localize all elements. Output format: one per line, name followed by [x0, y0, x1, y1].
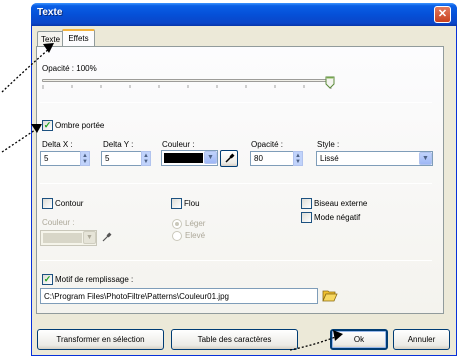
eleve-label: Elevé — [185, 231, 206, 240]
couleur-dropdown-button[interactable]: ▼ — [204, 151, 217, 164]
style-value: Lissé — [320, 154, 339, 163]
ombre-label: Ombre portée — [55, 121, 105, 130]
check-icon: ✓ — [43, 274, 52, 284]
title-bar — [31, 3, 457, 26]
ok-button[interactable]: Ok — [330, 329, 388, 350]
eyedropper-icon — [224, 153, 234, 163]
ombre-checkbox[interactable]: ✓ — [42, 120, 53, 131]
leger-label: Léger — [185, 219, 206, 228]
deltay-label: Delta Y : — [103, 140, 134, 149]
deltax-value: 5 — [44, 154, 49, 163]
motif-label: Motif de remplissage : — [55, 275, 134, 284]
style-select[interactable]: Lissé — [316, 151, 433, 166]
biseau-checkbox[interactable] — [301, 198, 312, 209]
annuler-button[interactable]: Annuler — [393, 329, 450, 350]
eleve-radio[interactable] — [172, 231, 182, 241]
flou-label: Flou — [184, 199, 200, 208]
separator — [40, 183, 432, 184]
button-label: Transformer en sélection — [56, 335, 145, 344]
contour-checkbox[interactable] — [42, 198, 53, 209]
negatif-checkbox[interactable] — [301, 212, 312, 223]
button-label: Annuler — [407, 335, 436, 344]
chevron-down-icon: ▼ — [207, 154, 214, 161]
tab-effets[interactable]: Effets — [62, 29, 95, 46]
tab-label: Effets — [68, 34, 89, 43]
contour-couleur-swatch — [43, 233, 82, 243]
contour-label: Contour — [55, 199, 84, 208]
deltax-label: Delta X : — [42, 140, 73, 149]
negatif-label: Mode négatif — [314, 213, 361, 222]
slider-track — [42, 79, 332, 82]
opacite-value: 80 — [254, 154, 263, 163]
contour-couleur-label: Couleur : — [42, 218, 75, 227]
button-label: Ok — [353, 335, 365, 344]
couleur-label: Couleur : — [162, 140, 195, 149]
separator — [40, 102, 432, 103]
browse-button[interactable] — [321, 287, 339, 304]
check-icon: ✓ — [43, 120, 52, 130]
chevron-down-icon: ▼ — [83, 231, 96, 244]
tab-texte[interactable]: Texte — [37, 31, 64, 46]
eyedropper-button[interactable] — [220, 150, 238, 167]
motif-path-input[interactable]: C:\Program Files\PhotoFiltre\Patterns\Co… — [40, 288, 318, 304]
deltay-spinner[interactable]: ▲ ▼ — [141, 151, 151, 166]
transformer-button[interactable]: Transformer en sélection — [37, 329, 164, 350]
slider-thumb[interactable] — [325, 76, 335, 89]
close-icon: ✕ — [437, 8, 448, 20]
table-caracteres-button[interactable]: Table des caractères — [171, 329, 298, 350]
window-title: Texte — [37, 7, 63, 18]
deltax-spinner[interactable]: ▲ ▼ — [80, 151, 90, 166]
style-dropdown-button[interactable]: ▼ — [419, 152, 432, 165]
biseau-label: Biseau externe — [314, 199, 368, 208]
button-label: Table des caractères — [197, 335, 272, 344]
separator — [40, 260, 432, 261]
motif-checkbox[interactable]: ✓ — [42, 274, 53, 285]
flou-checkbox[interactable] — [171, 198, 182, 209]
style-label: Style : — [317, 140, 340, 149]
folder-open-icon — [322, 290, 338, 302]
motif-path-value: C:\Program Files\PhotoFiltre\Patterns\Co… — [44, 291, 229, 301]
couleur-swatch — [164, 153, 203, 163]
eyedropper-icon — [102, 232, 112, 242]
opacite-spinner[interactable]: ▲ ▼ — [293, 151, 303, 166]
spin-down-icon: ▼ — [82, 158, 88, 165]
slider-ticks — [42, 85, 332, 89]
spin-down-icon: ▼ — [143, 158, 149, 165]
deltay-value: 5 — [105, 154, 110, 163]
tab-label: Texte — [40, 34, 61, 44]
close-button[interactable]: ✕ — [434, 6, 451, 23]
leger-radio[interactable] — [172, 219, 182, 229]
spin-down-icon: ▼ — [295, 158, 301, 165]
opacity-label: Opacité : 100% — [42, 64, 97, 73]
chevron-down-icon: ▼ — [422, 155, 429, 162]
couleur-picker[interactable]: ▼ — [161, 150, 218, 166]
opacity-slider[interactable] — [42, 76, 335, 92]
radio-dot — [175, 222, 179, 226]
opacite-label: Opacité : — [251, 140, 284, 149]
contour-couleur-picker[interactable]: ▼ — [40, 230, 97, 246]
